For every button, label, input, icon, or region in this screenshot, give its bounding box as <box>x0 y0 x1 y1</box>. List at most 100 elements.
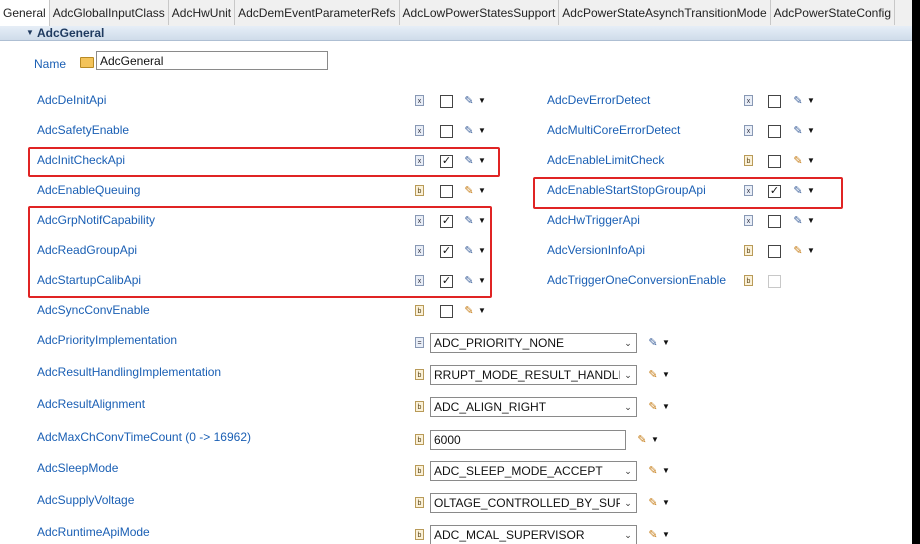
calculated-icon[interactable]: ✎ <box>792 215 804 227</box>
tab-adc-power-state-asynch-transition-mode[interactable]: AdcPowerStateAsynchTransitionMode <box>559 0 771 25</box>
pencil-icon[interactable]: ✎ <box>463 305 475 317</box>
dropdown-arrow-icon[interactable]: ▼ <box>807 125 815 137</box>
param-type-icon: b <box>744 245 753 256</box>
param-checkbox[interactable] <box>768 155 781 168</box>
param-type-icon: b <box>415 465 424 476</box>
param-type-icon: = <box>415 337 424 348</box>
param-checkbox[interactable] <box>440 95 453 108</box>
param-label: AdcEnableQueuing <box>37 183 141 197</box>
tab-adc-hw-unit[interactable]: AdcHwUnit <box>169 0 236 25</box>
dropdown-arrow-icon[interactable]: ▼ <box>662 401 670 413</box>
param-value-text: OLTAGE_CONTROLLED_BY_SUPPLY <box>434 496 637 510</box>
param-type-icon: b <box>415 401 424 412</box>
param-label: AdcMultiCoreErrorDetect <box>547 123 681 137</box>
param-type-icon: b <box>415 497 424 508</box>
dropdown-arrow-icon[interactable]: ▼ <box>478 125 486 137</box>
tab-general[interactable]: General <box>0 0 50 26</box>
pencil-icon[interactable]: ✎ <box>792 155 804 167</box>
calculated-icon[interactable]: ✎ <box>647 337 659 349</box>
dropdown-arrow-icon[interactable]: ▼ <box>478 305 486 317</box>
dropdown-arrow-icon[interactable]: ▼ <box>662 497 670 509</box>
pencil-icon[interactable]: ✎ <box>647 529 659 541</box>
pencil-icon[interactable]: ✎ <box>647 465 659 477</box>
param-label: AdcSafetyEnable <box>37 123 130 137</box>
param-value-text: ADC_ALIGN_RIGHT <box>434 400 547 414</box>
name-label: Name <box>34 57 67 71</box>
param-checkbox[interactable] <box>768 215 781 228</box>
chevron-down-icon[interactable]: ⌄ <box>620 494 636 512</box>
param-type-icon: b <box>744 155 753 166</box>
param-checkbox[interactable] <box>440 185 453 198</box>
param-type-icon: x <box>415 95 424 106</box>
window-edge <box>912 0 920 544</box>
calculated-icon[interactable]: ✎ <box>463 125 475 137</box>
param-value-select[interactable]: ADC_SLEEP_MODE_ACCEPT ⌄ <box>430 461 637 481</box>
param-value-select[interactable]: ADC_PRIORITY_NONE ⌄ <box>430 333 637 353</box>
param-value-select[interactable]: ADC_ALIGN_RIGHT ⌄ <box>430 397 637 417</box>
tab-adc-dem-event-parameter-refs[interactable]: AdcDemEventParameterRefs <box>235 0 400 25</box>
param-value-select[interactable]: OLTAGE_CONTROLLED_BY_SUPPLY ⌄ <box>430 493 637 513</box>
param-label: AdcPriorityImplementation <box>37 333 178 347</box>
param-value-select[interactable]: RRUPT_MODE_RESULT_HANDLING ⌄ <box>430 365 637 385</box>
param-label: AdcTriggerOneConversionEnable <box>547 273 726 287</box>
pencil-icon[interactable]: ✎ <box>647 369 659 381</box>
collapse-triangle-icon[interactable]: ▼ <box>26 26 34 40</box>
param-checkbox[interactable] <box>440 305 453 318</box>
tab-bar: General AdcGlobalInputClass AdcHwUnit AdcDe… <box>0 0 912 27</box>
param-label: AdcDeInitApi <box>37 93 107 107</box>
pencil-icon[interactable]: ✎ <box>792 245 804 257</box>
param-type-icon: b <box>415 434 424 445</box>
section-title: AdcGeneral <box>37 26 105 40</box>
calculated-icon[interactable]: ✎ <box>792 95 804 107</box>
pencil-icon[interactable]: ✎ <box>647 497 659 509</box>
pencil-icon[interactable]: ✎ <box>463 185 475 197</box>
dropdown-arrow-icon[interactable]: ▼ <box>651 434 659 446</box>
param-checkbox[interactable] <box>440 125 453 138</box>
highlight-box <box>28 147 500 177</box>
chevron-down-icon[interactable]: ⌄ <box>620 462 636 480</box>
pencil-icon[interactable]: ✎ <box>636 434 648 446</box>
highlight-box <box>533 177 843 209</box>
folder-icon <box>80 57 94 68</box>
dropdown-arrow-icon[interactable]: ▼ <box>662 529 670 541</box>
param-checkbox[interactable] <box>768 275 781 288</box>
dropdown-arrow-icon[interactable]: ▼ <box>807 245 815 257</box>
param-value-text: RRUPT_MODE_RESULT_HANDLING <box>434 368 637 382</box>
chevron-down-icon[interactable]: ⌄ <box>620 526 636 544</box>
dropdown-arrow-icon[interactable]: ▼ <box>478 185 486 197</box>
tab-adc-power-state-config[interactable]: AdcPowerStateConfig <box>771 0 896 25</box>
param-checkbox[interactable] <box>768 95 781 108</box>
pencil-icon[interactable]: ✎ <box>647 401 659 413</box>
param-label: AdcResultHandlingImplementation <box>37 365 222 379</box>
chevron-down-icon[interactable]: ⌄ <box>620 366 636 384</box>
chevron-down-icon[interactable]: ⌄ <box>620 398 636 416</box>
param-label: AdcHwTriggerApi <box>547 213 640 227</box>
param-type-icon: x <box>744 215 753 226</box>
param-value-text: 6000 <box>434 433 461 447</box>
param-label: AdcRuntimeApiMode <box>37 525 150 539</box>
param-label: AdcResultAlignment <box>37 397 146 411</box>
dropdown-arrow-icon[interactable]: ▼ <box>662 337 670 349</box>
param-label: AdcVersionInfoApi <box>547 243 646 257</box>
chevron-down-icon[interactable]: ⌄ <box>620 334 636 352</box>
param-label: AdcMaxChConvTimeCount (0 -> 16962) <box>37 430 251 444</box>
param-checkbox[interactable] <box>768 245 781 258</box>
dropdown-arrow-icon[interactable]: ▼ <box>807 95 815 107</box>
param-checkbox[interactable] <box>768 125 781 138</box>
param-value-select[interactable]: ADC_MCAL_SUPERVISOR ⌄ <box>430 525 637 544</box>
tab-adc-low-power-states-support[interactable]: AdcLowPowerStatesSupport <box>400 0 560 25</box>
section-header[interactable]: ▼ AdcGeneral <box>0 26 912 41</box>
tab-adc-global-input-class[interactable]: AdcGlobalInputClass <box>50 0 169 25</box>
dropdown-arrow-icon[interactable]: ▼ <box>662 369 670 381</box>
param-type-icon: b <box>415 185 424 196</box>
param-value-input[interactable]: 6000 <box>430 430 626 450</box>
calculated-icon[interactable]: ✎ <box>792 125 804 137</box>
dropdown-arrow-icon[interactable]: ▼ <box>478 95 486 107</box>
dropdown-arrow-icon[interactable]: ▼ <box>807 215 815 227</box>
calculated-icon[interactable]: ✎ <box>463 95 475 107</box>
param-label: AdcSyncConvEnable <box>37 303 150 317</box>
param-type-icon: x <box>744 125 753 136</box>
dropdown-arrow-icon[interactable]: ▼ <box>807 155 815 167</box>
name-input[interactable] <box>96 51 328 70</box>
dropdown-arrow-icon[interactable]: ▼ <box>662 465 670 477</box>
